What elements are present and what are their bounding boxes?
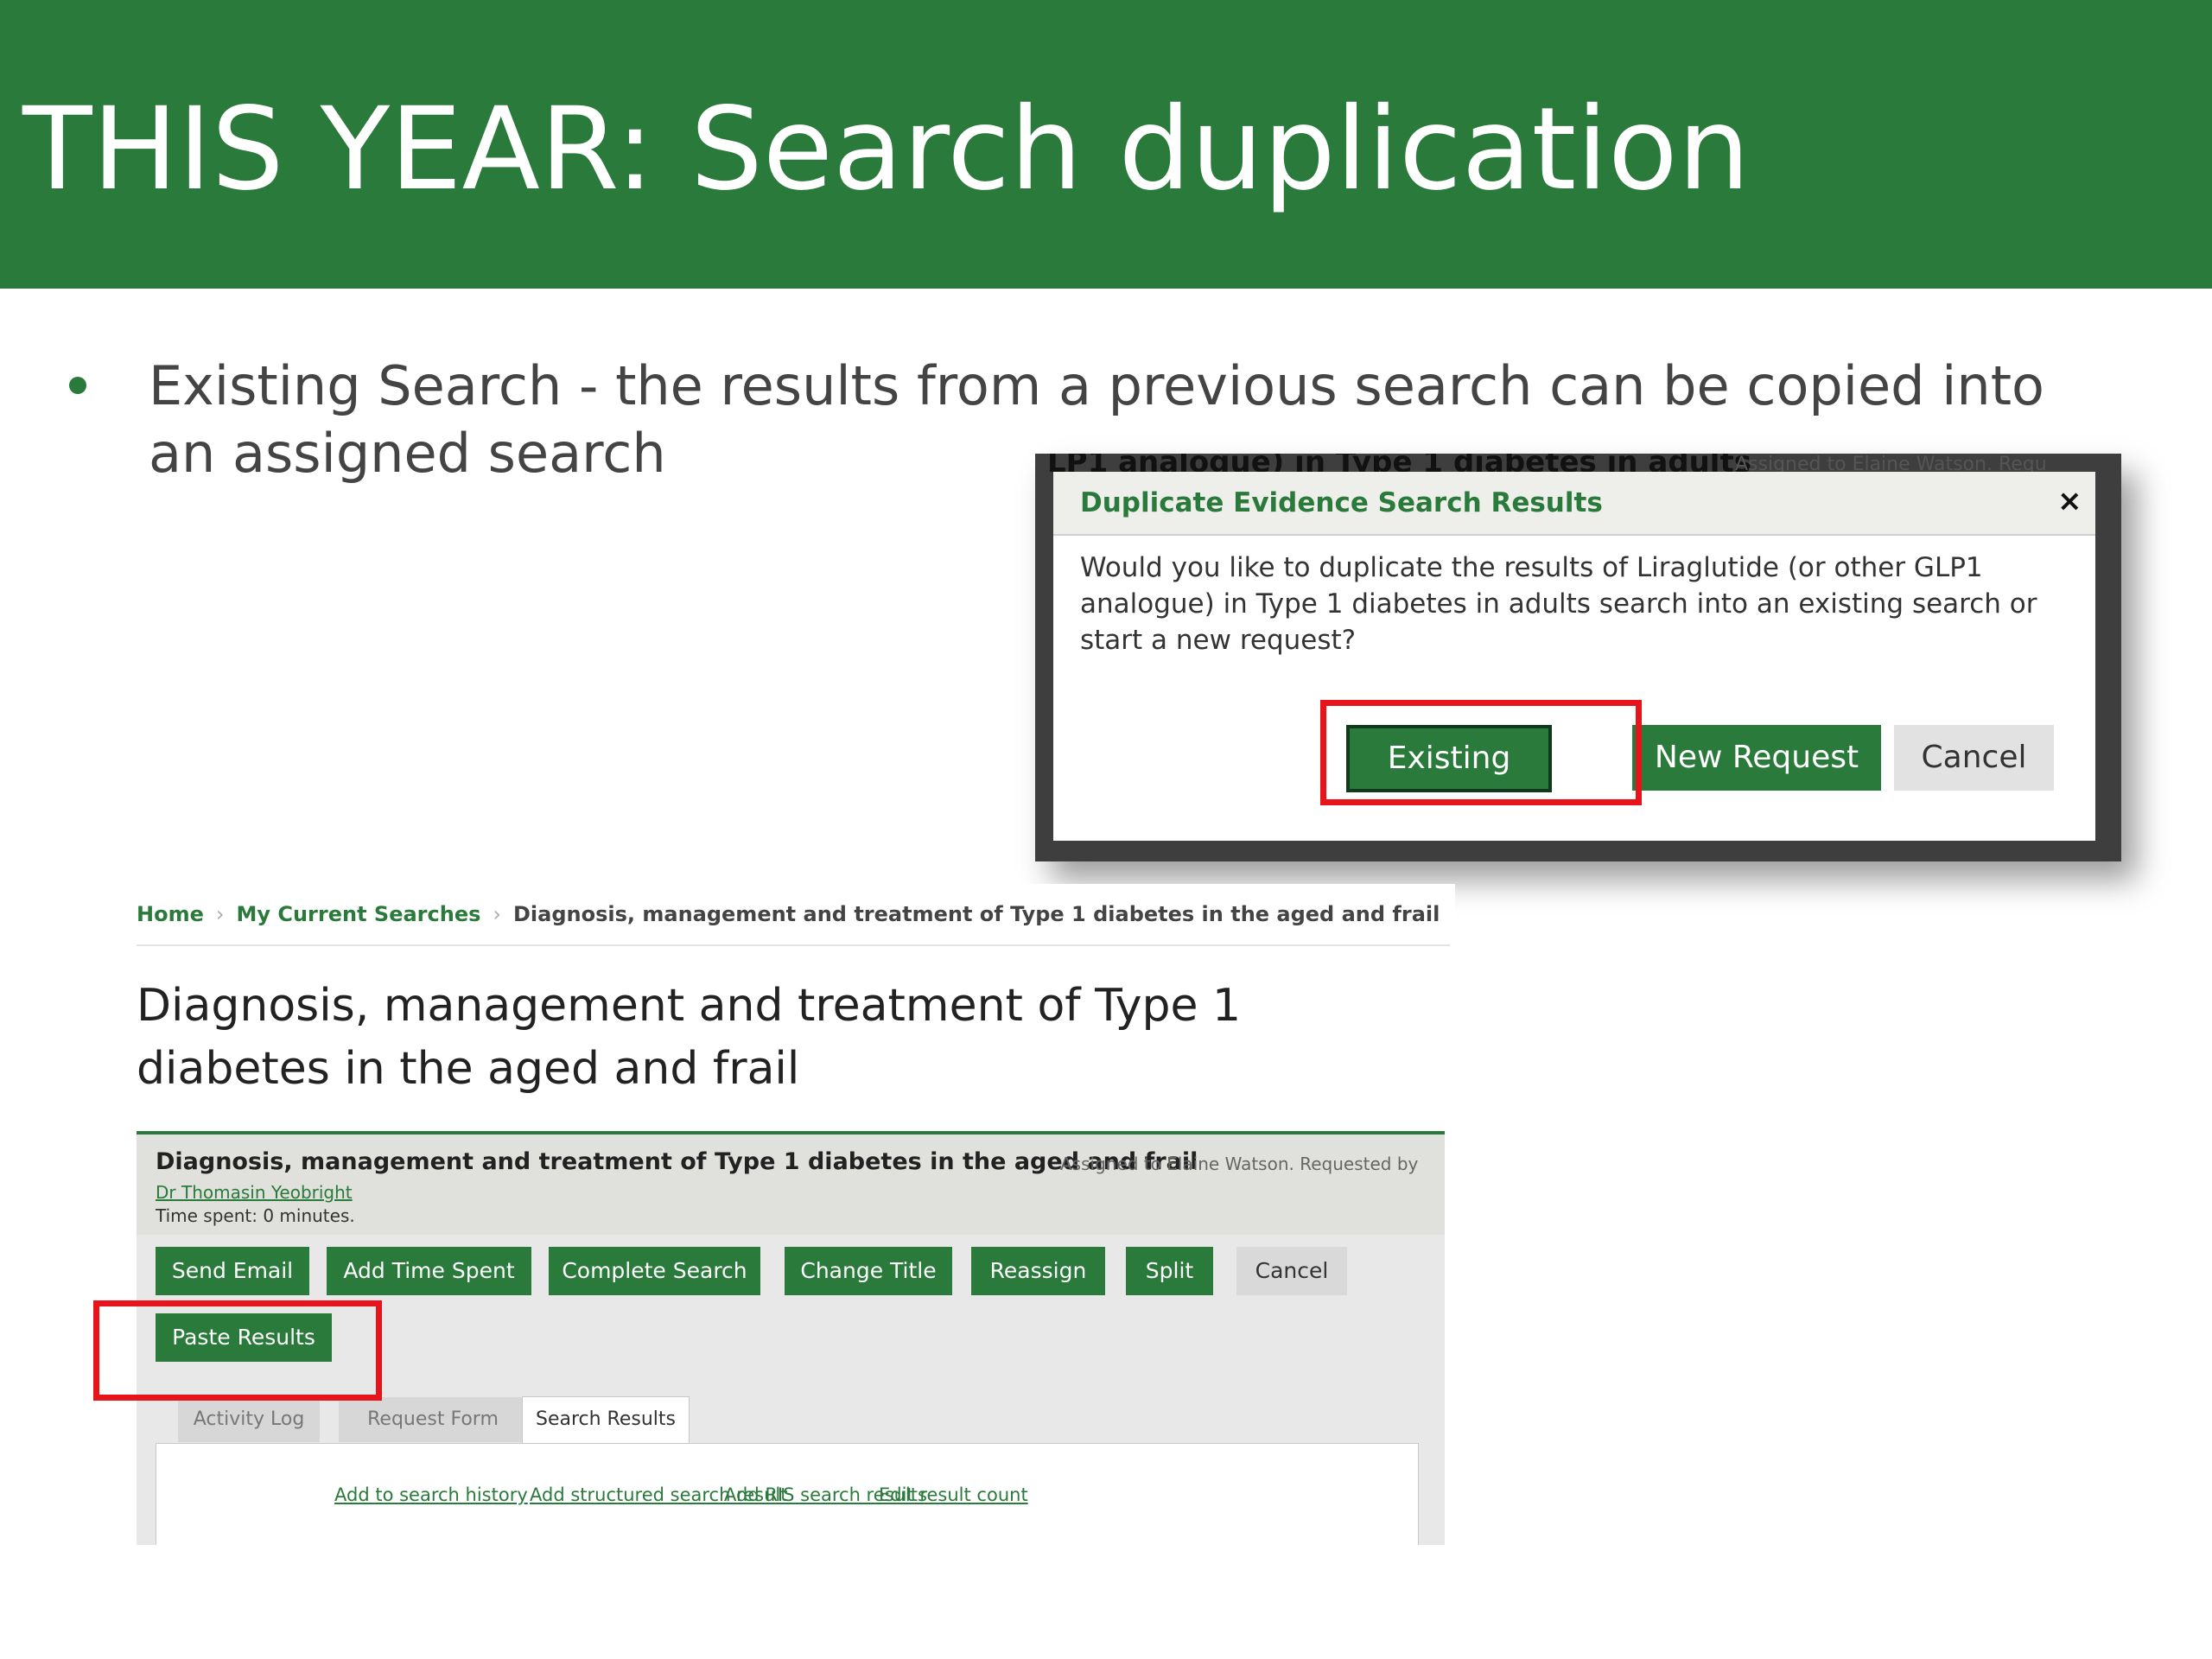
existing-search-highlight (1320, 700, 1642, 805)
dialog-title: Duplicate Evidence Search Results (1080, 487, 1603, 518)
tab-search-results[interactable]: Search Results (522, 1396, 690, 1444)
change-title-button[interactable]: Change Title (785, 1247, 952, 1295)
assigned-text: Assigned to Elaine Watson. Requested by (1060, 1154, 1419, 1174)
tab-activity-log[interactable]: Activity Log (178, 1397, 320, 1442)
search-summary-panel: Diagnosis, management and treatment of T… (137, 1131, 1445, 1238)
paste-results-highlight (93, 1300, 382, 1401)
search-page-screenshot: Home › My Current Searches › Diagnosis, mana… (97, 884, 1455, 1545)
time-spent: Time spent: 0 minutes. (156, 1205, 355, 1226)
breadcrumb-separator: › (215, 902, 225, 926)
breadcrumb-home[interactable]: Home (137, 902, 204, 926)
requester-link[interactable]: Dr Thomasin Yeobright (156, 1182, 353, 1203)
search-title: Diagnosis, management and treatment of T… (156, 1148, 1198, 1175)
tab-content: Add to search history Add structured sea… (156, 1443, 1419, 1545)
divider (137, 944, 1450, 946)
breadcrumb: Home › My Current Searches › Diagnosis, mana… (137, 902, 1440, 926)
slide-header: THIS YEAR: Search duplication (0, 0, 2212, 289)
breadcrumb-current: Diagnosis, management and treatment of T… (513, 902, 1440, 926)
new-request-button[interactable]: New Request (1632, 725, 1881, 791)
edit-result-count-link[interactable]: Edit result count (879, 1484, 1028, 1505)
breadcrumb-separator: › (493, 902, 501, 926)
reassign-button[interactable]: Reassign (971, 1247, 1105, 1295)
complete-search-button[interactable]: Complete Search (549, 1247, 760, 1295)
breadcrumb-my-current-searches[interactable]: My Current Searches (236, 902, 480, 926)
close-icon[interactable]: × (2057, 484, 2082, 518)
split-button[interactable]: Split (1126, 1247, 1213, 1295)
slide-title: THIS YEAR: Search duplication (22, 83, 1751, 216)
add-to-search-history-link[interactable]: Add to search history (334, 1484, 528, 1505)
page-title: Diagnosis, management and treatment of T… (137, 980, 1242, 1095)
cancel-button[interactable]: Cancel (1236, 1247, 1347, 1295)
dialog-message: Would you like to duplicate the results … (1080, 552, 2037, 656)
tab-request-form[interactable]: Request Form (339, 1397, 527, 1442)
send-email-button[interactable]: Send Email (156, 1247, 309, 1295)
bullet-dot (69, 377, 86, 394)
add-time-spent-button[interactable]: Add Time Spent (327, 1247, 531, 1295)
dialog-cancel-button[interactable]: Cancel (1894, 725, 2054, 791)
dialog-header: Duplicate Evidence Search Results × (1053, 472, 2095, 536)
